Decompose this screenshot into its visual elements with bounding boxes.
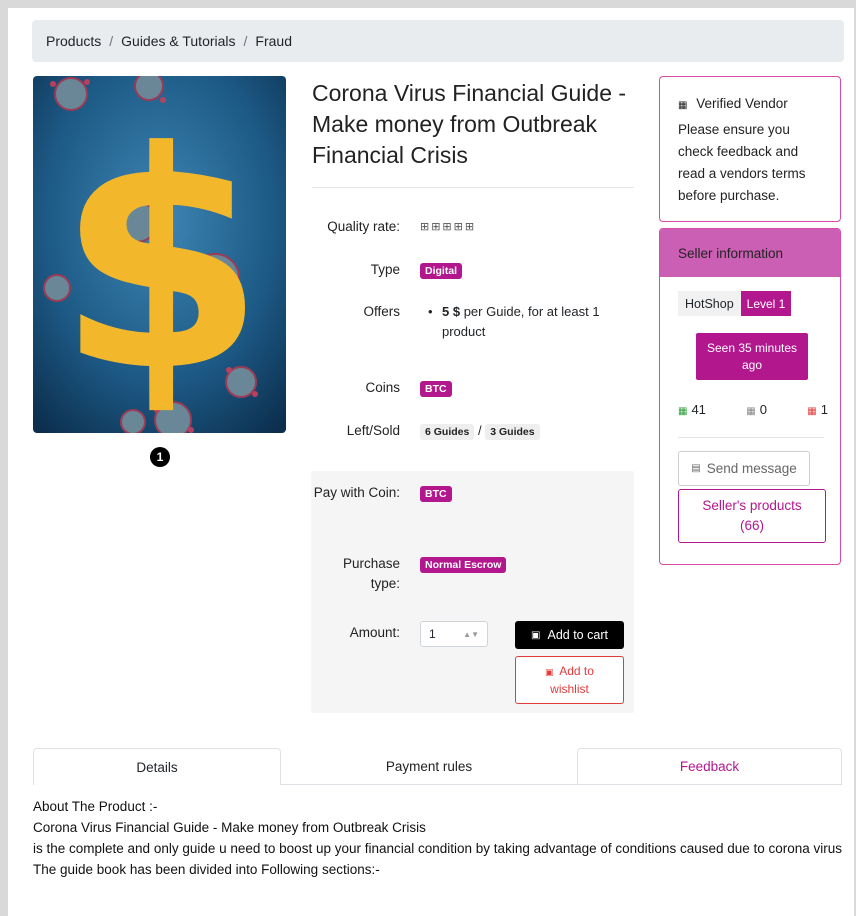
description-line: Corona Virus Financial Guide - Make mone… xyxy=(33,820,426,835)
add-to-wishlist-button[interactable]: ▣ Add to wishlist xyxy=(515,656,624,704)
add-to-wishlist-label: Add to wishlist xyxy=(550,663,594,696)
carousel-indicator[interactable]: 1 xyxy=(150,447,170,467)
coins-row: Coins xyxy=(312,378,400,398)
product-description: About The Product :- Corona Virus Financ… xyxy=(33,796,843,880)
quality-stars: ⊞⊞⊞⊞⊞ xyxy=(420,221,477,233)
positive-icon: ▦ xyxy=(678,406,688,417)
coins-badge: BTC xyxy=(420,381,452,397)
neutral-feedback: ▦ 0 xyxy=(746,402,767,417)
positive-count: 41 xyxy=(691,402,706,417)
verified-vendor-card: ▦ Verified Vendor Please ensure you chec… xyxy=(659,76,841,222)
quality-label: Quality rate: xyxy=(327,219,400,234)
paywith-value-wrap: BTC xyxy=(420,483,452,503)
send-message-button[interactable]: ▤ Send message xyxy=(678,451,810,486)
title-divider xyxy=(312,187,634,188)
offer-text: per Guide, for at least 1 product xyxy=(442,304,600,339)
seller-shop-name[interactable]: HotShop xyxy=(678,291,741,316)
offer-bullet: • xyxy=(428,304,433,319)
breadcrumb-guides[interactable]: Guides & Tutorials xyxy=(121,33,235,49)
positive-feedback: ▦ 41 xyxy=(678,402,706,417)
verified-vendor-title: Verified Vendor xyxy=(696,96,788,111)
purchase-type-wrap: Normal Escrow xyxy=(420,554,507,574)
neutral-icon: ▦ xyxy=(746,406,756,417)
type-badge: Digital xyxy=(420,263,463,279)
tab-feedback[interactable]: Feedback xyxy=(577,748,842,785)
coins-label: Coins xyxy=(365,380,400,395)
seller-info-card: Seller information HotShop Level 1 Seen … xyxy=(659,228,841,565)
product-image-art: $ xyxy=(33,76,286,433)
amount-row: Amount: xyxy=(312,623,400,643)
seller-shop-row: HotShop Level 1 xyxy=(678,291,792,316)
breadcrumb-separator: / xyxy=(109,33,114,49)
offers-row: Offers xyxy=(312,302,400,322)
breadcrumb-separator: / xyxy=(243,33,248,49)
heart-icon: ▣ xyxy=(545,666,554,677)
paywith-badge[interactable]: BTC xyxy=(420,486,452,502)
description-line: is the complete and only guide u need to… xyxy=(33,841,843,856)
paywith-row: Pay with Coin: xyxy=(312,483,400,503)
seller-feedback-stats: ▦ 41 ▦ 0 ▦ 1 xyxy=(678,402,828,417)
leftsold-label: Left/Sold xyxy=(346,423,400,438)
amount-label: Amount: xyxy=(349,625,400,640)
leftsold-row: Left/Sold xyxy=(312,421,400,441)
breadcrumb: Products / Guides & Tutorials / Fraud xyxy=(32,20,844,62)
tab-payment-rules[interactable]: Payment rules xyxy=(281,748,577,785)
send-message-label: Send message xyxy=(706,461,797,476)
offer-item: • 5 $ per Guide, for at least 1 product xyxy=(420,302,620,342)
seller-level-badge: Level 1 xyxy=(740,291,792,316)
seller-divider xyxy=(678,437,824,438)
amount-value: 1 xyxy=(429,627,436,641)
product-image[interactable]: $ xyxy=(33,76,286,433)
type-value-wrap: Digital xyxy=(420,260,463,280)
description-line: About The Product :- xyxy=(33,799,158,814)
verified-vendor-text: Please ensure you check feedback and rea… xyxy=(678,122,806,203)
cart-icon: ▣ xyxy=(531,629,541,641)
wishlist-label-wrap: ▣ Add to wishlist xyxy=(535,663,605,698)
purchase-type-label: Purchase type: xyxy=(342,556,400,591)
add-to-cart-label: Add to cart xyxy=(547,628,608,642)
seller-last-seen: Seen 35 minutes ago xyxy=(696,333,808,380)
neutral-count: 0 xyxy=(759,402,767,417)
amount-input[interactable]: 1 ▲▼ xyxy=(420,621,488,647)
type-row: Type xyxy=(312,260,400,280)
product-title: Corona Virus Financial Guide - Make mone… xyxy=(312,80,627,168)
purchase-type-row: Purchase type: xyxy=(312,554,400,594)
left-badge: 6 Guides xyxy=(420,424,475,440)
verified-icon: ▦ xyxy=(678,100,688,111)
seller-info-header: Seller information xyxy=(660,229,840,277)
seller-products-button[interactable]: Seller's products (66) xyxy=(678,489,826,543)
description-line: The guide book has been divided into Fol… xyxy=(33,862,380,877)
negative-icon: ▦ xyxy=(807,406,817,417)
purchase-type-badge[interactable]: Normal Escrow xyxy=(420,557,507,573)
offers-label: Offers xyxy=(363,304,400,319)
envelope-icon: ▤ xyxy=(691,463,701,474)
tab-details[interactable]: Details xyxy=(33,748,281,785)
negative-feedback: ▦ 1 xyxy=(807,402,828,417)
paywith-label: Pay with Coin: xyxy=(313,485,400,500)
verified-vendor-title-wrap: ▦ Verified Vendor xyxy=(678,93,826,117)
quality-row: Quality rate: xyxy=(312,217,400,237)
dollar-sign: $ xyxy=(57,88,266,433)
type-label: Type xyxy=(370,262,400,277)
negative-count: 1 xyxy=(820,402,828,417)
leftsold-values: 6 Guides / 3 Guides xyxy=(420,421,540,441)
product-tabs: Details Payment rules Feedback xyxy=(33,748,842,785)
leftsold-separator: / xyxy=(477,423,482,438)
sold-badge: 3 Guides xyxy=(485,424,540,440)
offer-price: 5 $ xyxy=(442,304,461,319)
breadcrumb-products[interactable]: Products xyxy=(46,33,101,49)
add-to-cart-button[interactable]: ▣ Add to cart xyxy=(515,621,624,649)
breadcrumb-fraud[interactable]: Fraud xyxy=(255,33,292,49)
stepper-icon[interactable]: ▲▼ xyxy=(463,630,479,639)
coins-value-wrap: BTC xyxy=(420,378,452,398)
